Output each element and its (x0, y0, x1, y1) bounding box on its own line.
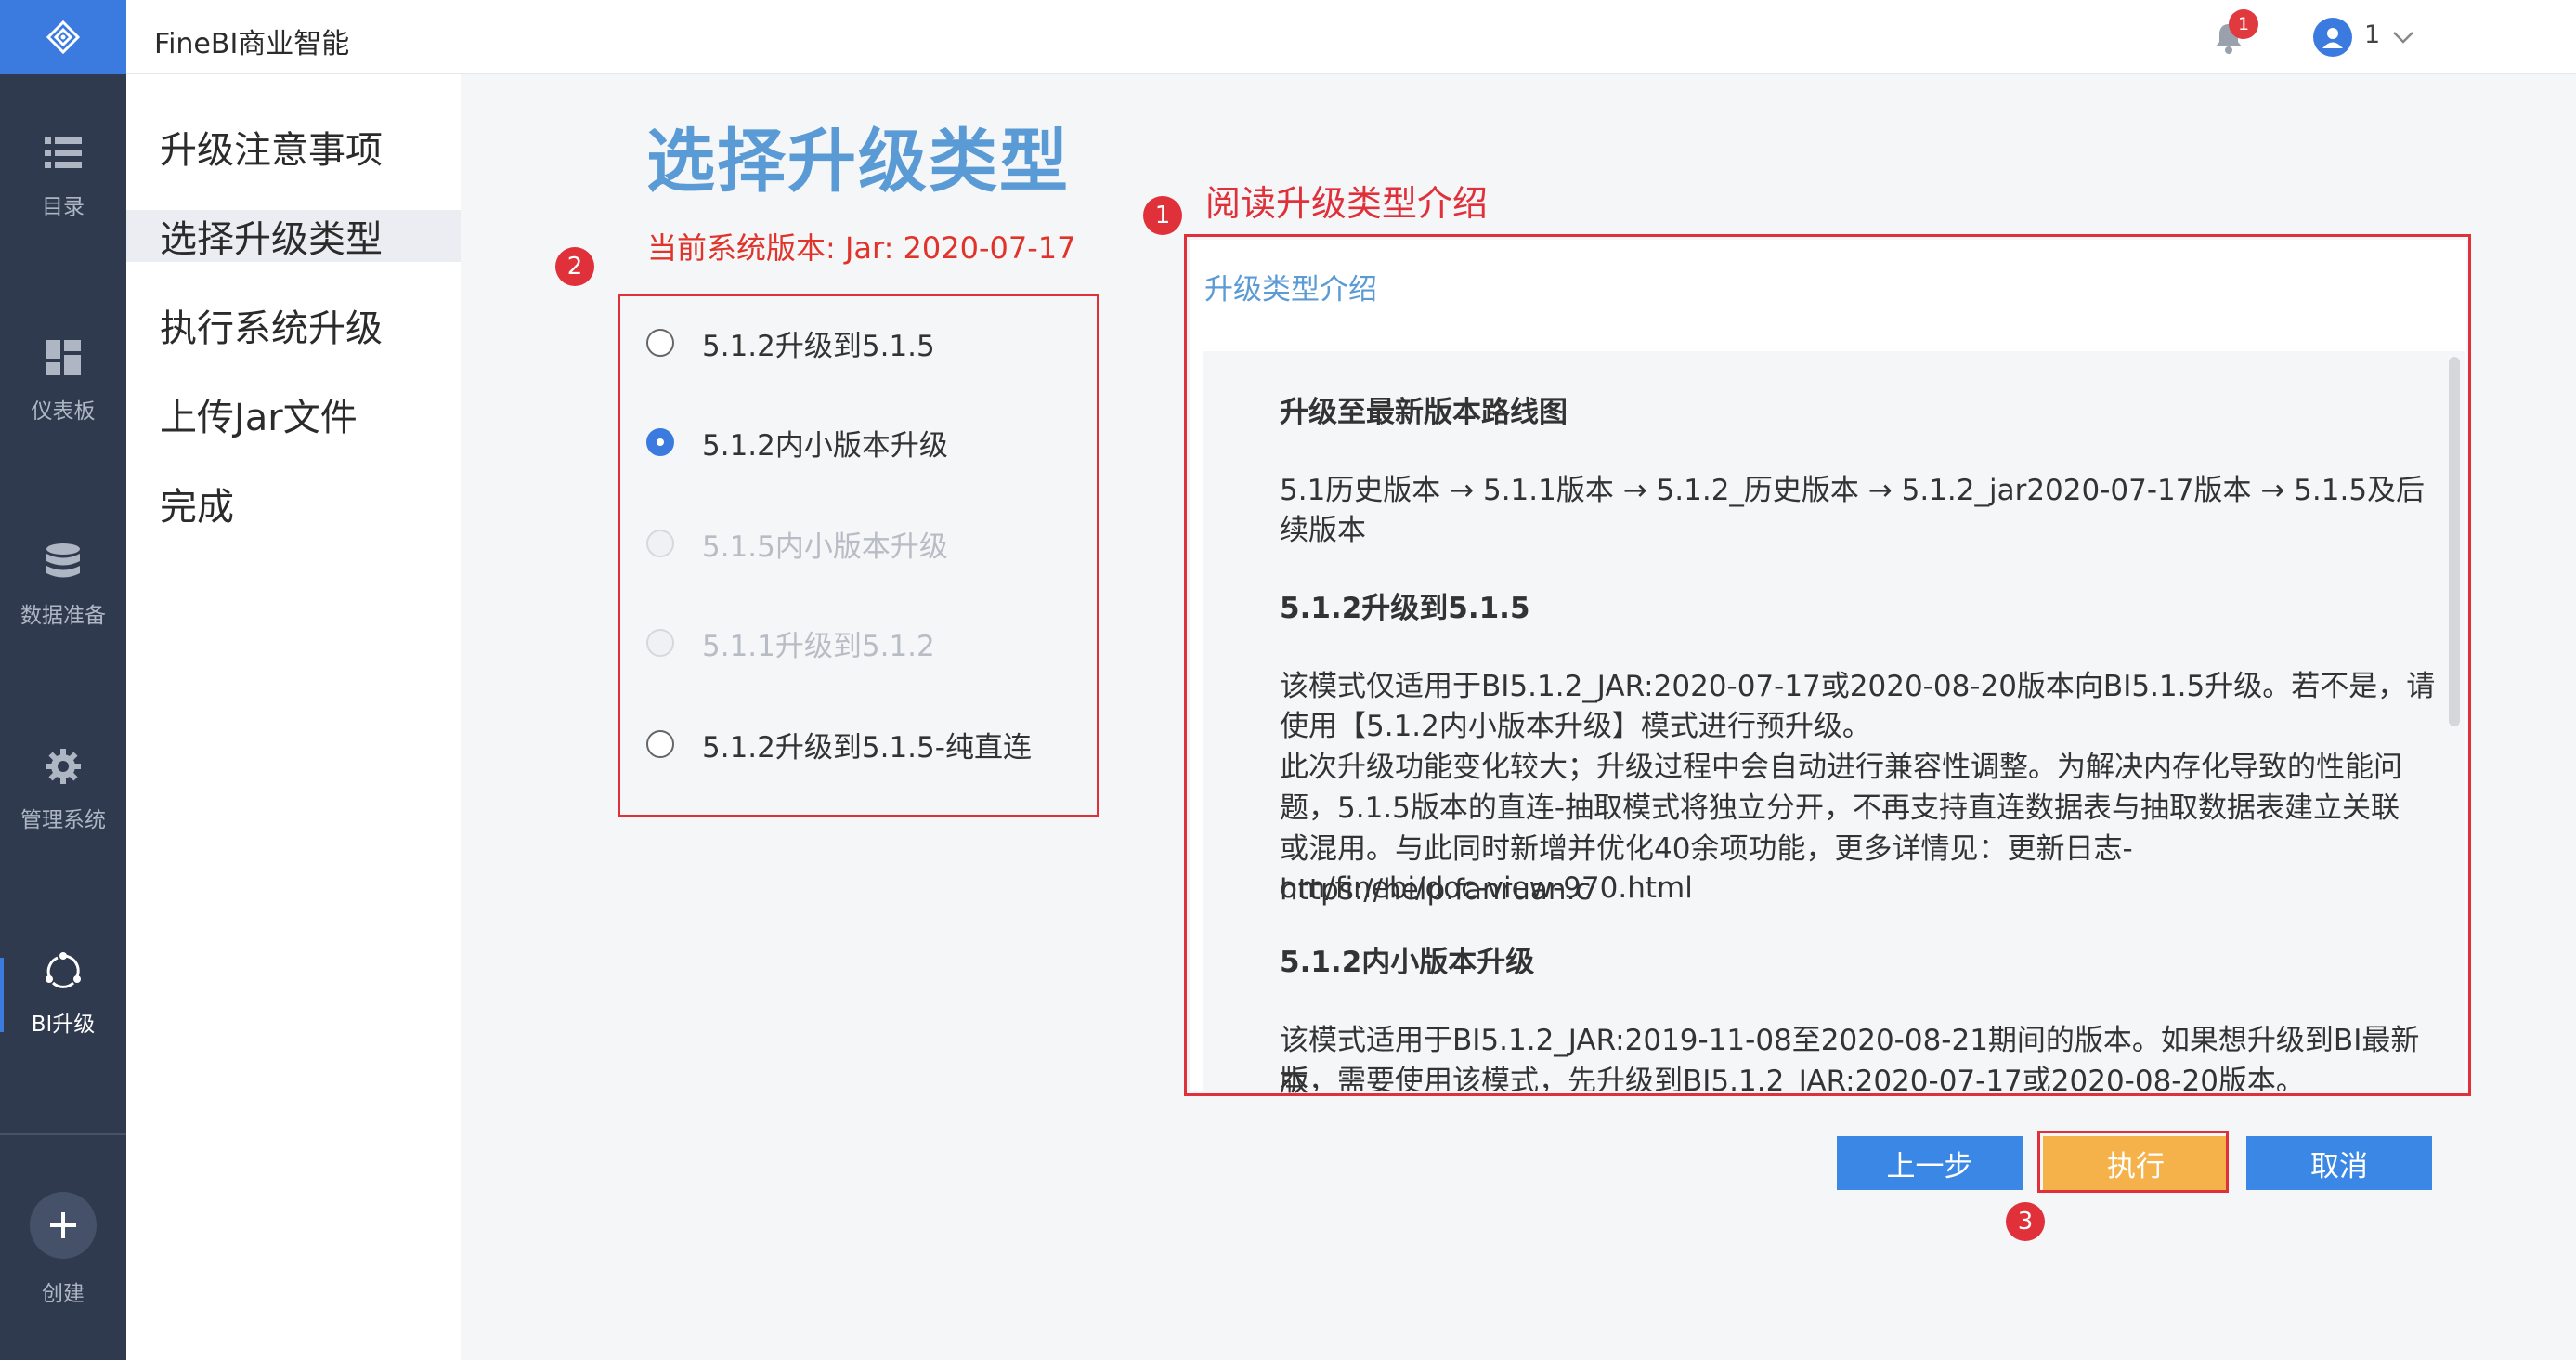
step-upload-jar[interactable]: 上传Jar文件 (126, 388, 461, 440)
annotation-box-intro (1184, 234, 2471, 1096)
prev-step-button[interactable]: 上一步 (1837, 1136, 2023, 1190)
radio-button (646, 530, 674, 557)
rail-item-admin[interactable]: 管理系统 (0, 720, 126, 859)
rail-item-data-prep[interactable]: 数据准备 (0, 516, 126, 655)
page-title: 选择升级类型 (646, 122, 1070, 202)
upgrade-icon (43, 950, 84, 991)
rail-item-catalog[interactable]: 目录 (0, 107, 126, 246)
step-done[interactable]: 完成 (126, 477, 461, 530)
radio-option-512-minor[interactable]: 5.1.2内小版本升级 (646, 419, 948, 465)
cancel-button[interactable]: 取消 (2246, 1136, 2432, 1190)
top-bar: FineBI商业智能 (126, 0, 2576, 74)
radio-label: 5.1.2升级到5.1.5-纯直连 (702, 730, 1032, 765)
radio-option-515-minor: 5.1.5内小版本升级 (646, 520, 948, 567)
app-logo[interactable] (0, 0, 126, 74)
step-choose-type[interactable]: 选择升级类型 (126, 210, 461, 262)
radio-button[interactable] (646, 428, 674, 456)
current-version-text: 当前系统版本: Jar: 2020-07-17 (647, 230, 1076, 266)
annotation-marker-1: 1 (1143, 196, 1182, 235)
database-icon (43, 542, 84, 582)
user-avatar-icon[interactable] (2313, 18, 2352, 57)
radio-option-511-to-512: 5.1.1升级到5.1.2 (646, 620, 935, 666)
gear-icon (43, 746, 84, 787)
left-nav-rail: 目录 仪表板 数据准备 管理系统 BI升级 创建 (0, 0, 126, 1360)
rail-item-label: BI升级 (31, 1013, 96, 1037)
radio-button[interactable] (646, 329, 674, 357)
list-icon (43, 133, 84, 174)
rail-item-label: 目录 (42, 195, 85, 219)
annotation-marker-2: 2 (555, 247, 594, 286)
user-name[interactable]: 1 (2364, 20, 2380, 49)
radio-button[interactable] (646, 730, 674, 758)
annotation-box-execute (2037, 1131, 2229, 1193)
radio-label: 5.1.2内小版本升级 (702, 428, 948, 463)
chevron-down-icon[interactable] (2390, 24, 2416, 50)
radio-button (646, 629, 674, 657)
radio-label: 5.1.1升级到5.1.2 (702, 629, 935, 663)
app-title: FineBI商业智能 (154, 28, 350, 60)
dashboard-icon (43, 337, 84, 378)
rail-divider (0, 1133, 126, 1135)
rail-item-bi-upgrade[interactable]: BI升级 (0, 924, 126, 1064)
step-execute[interactable]: 执行系统升级 (126, 299, 461, 351)
radio-label: 5.1.2升级到5.1.5 (702, 329, 935, 363)
annotation-marker-3: 3 (2006, 1202, 2045, 1241)
upgrade-steps-panel: 升级注意事项 选择升级类型 执行系统升级 上传Jar文件 完成 (126, 74, 461, 1360)
radio-option-512-to-515[interactable]: 5.1.2升级到5.1.5 (646, 320, 935, 366)
annotation-read-label: 阅读升级类型介绍 (1205, 183, 1489, 224)
step-notes[interactable]: 升级注意事项 (126, 121, 461, 173)
radio-option-512-to-515-direct[interactable]: 5.1.2升级到5.1.5-纯直连 (646, 721, 1032, 767)
radio-label: 5.1.5内小版本升级 (702, 530, 948, 564)
plus-icon[interactable] (30, 1192, 97, 1259)
rail-item-label: 管理系统 (20, 808, 106, 832)
logo-icon (46, 20, 81, 55)
rail-item-label: 仪表板 (31, 399, 96, 424)
rail-item-label: 数据准备 (20, 604, 106, 628)
rail-item-dashboard[interactable]: 仪表板 (0, 311, 126, 451)
notification-badge: 1 (2229, 9, 2258, 39)
rail-item-create[interactable]: 创建 (0, 1166, 126, 1333)
rail-item-label: 创建 (42, 1282, 85, 1306)
